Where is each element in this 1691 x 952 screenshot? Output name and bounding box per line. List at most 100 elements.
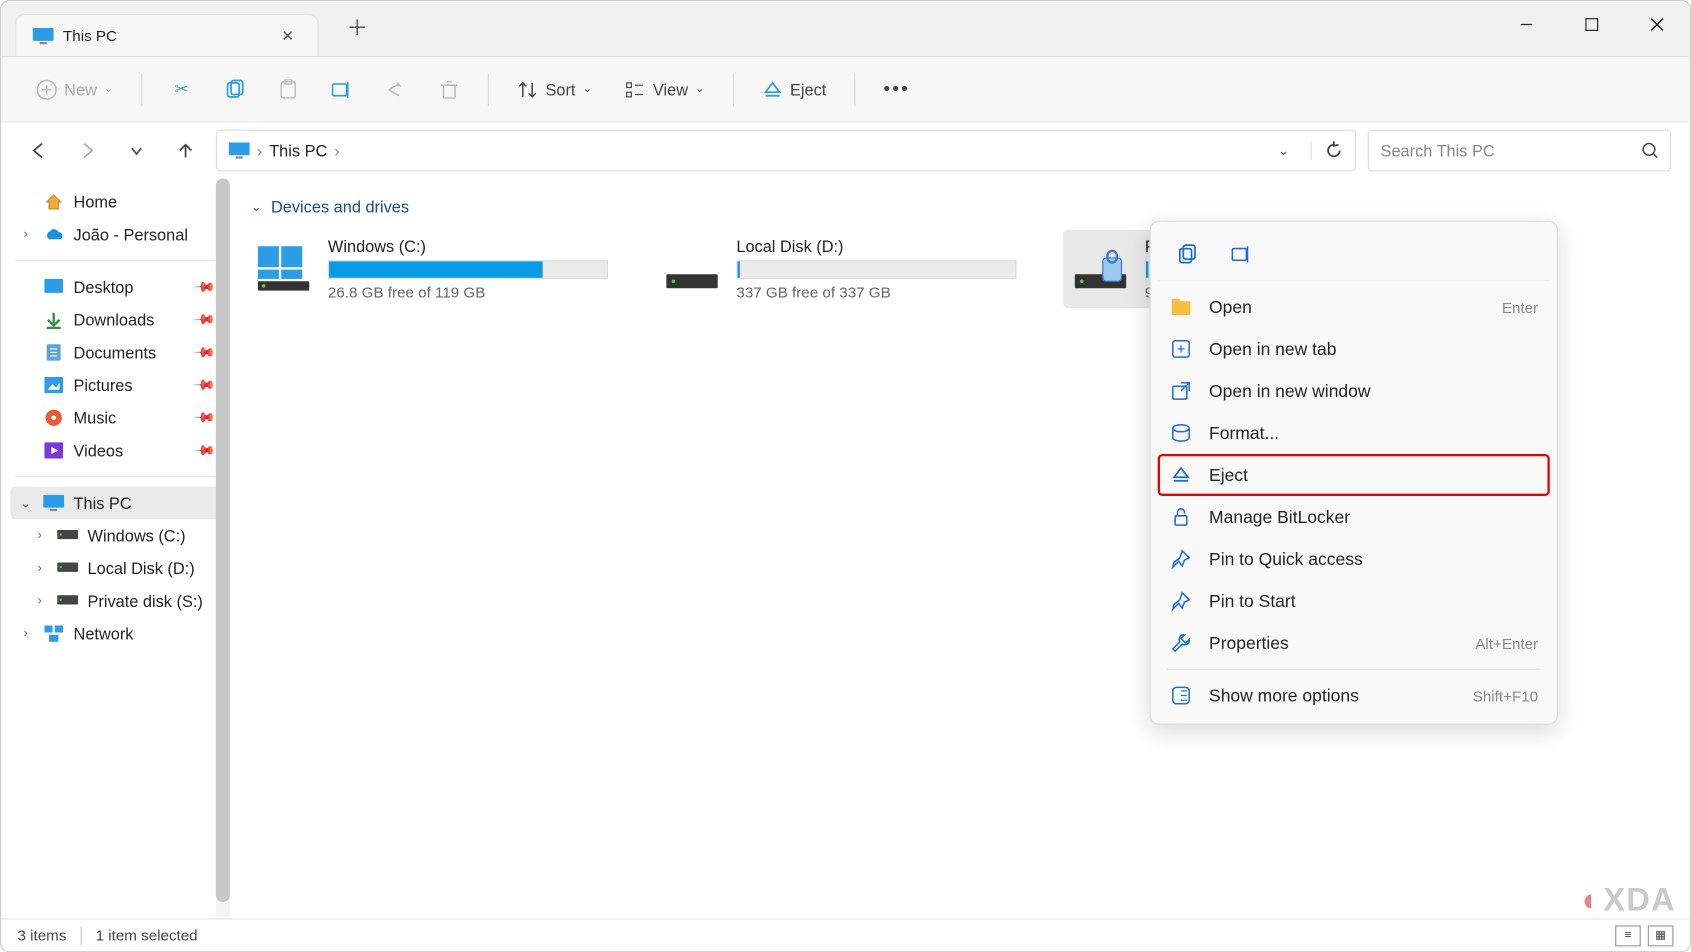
sidebar-item-downloads[interactable]: Downloads📌	[11, 303, 221, 336]
status-count: 3 items	[18, 927, 67, 945]
sidebar-drive[interactable]: ›Private disk (S:)	[11, 585, 221, 618]
paste-icon	[278, 79, 299, 100]
sidebar-item-documents[interactable]: Documents📌	[11, 336, 221, 369]
sidebar-drive[interactable]: ›Local Disk (D:)	[11, 552, 221, 585]
context-item-open-in-new-tab[interactable]: Open in new tab	[1158, 328, 1550, 370]
toolbar: New ⌄ ✂ Sort ⌄ View ⌄ Eject •••	[1, 57, 1690, 122]
search-placeholder: Search This PC	[1381, 141, 1495, 160]
monitor-icon	[43, 494, 64, 513]
chevron-down-icon[interactable]: ⌄	[1278, 142, 1297, 158]
back-button[interactable]	[20, 132, 57, 169]
context-item-properties[interactable]: PropertiesAlt+Enter	[1158, 622, 1550, 664]
navigation-row: › This PC › ⌄ Search This PC	[1, 123, 1690, 179]
context-item-open-in-new-window[interactable]: Open in new window	[1158, 370, 1550, 412]
pin-icon: 📌	[193, 406, 217, 430]
rename-button[interactable]	[1221, 236, 1263, 273]
drive-tile[interactable]: Local Disk (D:)337 GB free of 337 GB	[655, 230, 1028, 308]
drive-usage-bar	[328, 260, 608, 279]
newtab-icon	[1169, 337, 1192, 360]
search-input[interactable]: Search This PC	[1368, 130, 1671, 172]
more-options-icon	[1169, 684, 1192, 707]
window-controls	[1494, 1, 1690, 48]
eject-button[interactable]: Eject	[750, 72, 838, 107]
recent-button[interactable]	[118, 132, 155, 169]
view-icon	[625, 79, 646, 100]
close-tab-icon[interactable]: ✕	[274, 24, 301, 47]
view-button[interactable]: View ⌄	[613, 72, 716, 107]
context-item-pin-to-start[interactable]: Pin to Start	[1158, 580, 1550, 622]
copy-button[interactable]	[1167, 236, 1209, 273]
downloads-icon	[43, 310, 64, 329]
pictures-icon	[43, 376, 64, 395]
chevron-down-icon: ⌄	[251, 199, 262, 214]
chevron-right-icon: ›	[18, 627, 34, 641]
drive-icon	[253, 237, 314, 298]
rename-button[interactable]	[320, 72, 364, 107]
eject-icon	[762, 79, 783, 100]
cut-button[interactable]: ✂	[159, 72, 203, 107]
sidebar-item-videos[interactable]: Videos📌	[11, 434, 221, 467]
videos-icon	[43, 441, 64, 460]
drive-usage-bar	[736, 260, 1016, 279]
context-item-eject[interactable]: Eject	[1158, 454, 1550, 496]
pin-icon: 📌	[193, 439, 217, 463]
sidebar-item-home[interactable]: Home	[11, 186, 221, 219]
sidebar-drive[interactable]: ›Windows (C:)	[11, 519, 221, 552]
sidebar-item-pictures[interactable]: Pictures📌	[11, 369, 221, 402]
context-item-pin-to-quick-access[interactable]: Pin to Quick access	[1158, 538, 1550, 580]
drive-icon	[57, 559, 78, 578]
details-view-button[interactable]: ≡	[1615, 925, 1641, 946]
tab-this-pc[interactable]: This PC ✕	[15, 14, 318, 56]
sidebar-item-network[interactable]: › Network	[11, 617, 221, 650]
desktop-icon	[43, 278, 64, 297]
sidebar-item-this-pc[interactable]: ⌄ This PC	[11, 487, 221, 520]
monitor-icon	[33, 27, 52, 43]
chevron-right-icon: ›	[32, 594, 48, 608]
forward-button[interactable]	[69, 132, 106, 169]
status-selected: 1 item selected	[96, 927, 198, 945]
sort-icon	[517, 79, 538, 100]
trash-icon	[439, 79, 460, 100]
titlebar: This PC ✕ ＋	[1, 1, 1690, 57]
rename-icon	[332, 79, 353, 100]
up-button[interactable]	[167, 132, 204, 169]
copy-button[interactable]	[213, 72, 257, 107]
drive-name: Local Disk (D:)	[736, 237, 1021, 256]
maximize-button[interactable]	[1559, 1, 1624, 48]
breadcrumb-root[interactable]: This PC	[269, 141, 327, 160]
music-icon	[43, 408, 64, 427]
sidebar-item-desktop[interactable]: Desktop📌	[11, 271, 221, 304]
paste-button[interactable]	[267, 72, 311, 107]
close-window-button[interactable]	[1624, 1, 1689, 48]
refresh-button[interactable]	[1311, 141, 1344, 160]
context-item-show-more[interactable]: Show more options Shift+F10	[1158, 675, 1550, 717]
chevron-down-icon: ⌄	[582, 83, 592, 96]
more-button[interactable]: •••	[872, 72, 922, 107]
sort-button[interactable]: Sort ⌄	[506, 72, 604, 107]
tiles-view-button[interactable]: ▦	[1648, 925, 1674, 946]
new-button[interactable]: New ⌄	[25, 72, 126, 107]
address-bar[interactable]: › This PC › ⌄	[216, 130, 1356, 172]
copy-icon	[225, 79, 246, 100]
section-header[interactable]: ⌄ Devices and drives	[246, 193, 1673, 221]
wrench-icon	[1169, 631, 1192, 654]
pin-icon: 📌	[193, 340, 217, 364]
drive-icon	[1070, 237, 1131, 298]
new-tab-button[interactable]: ＋	[337, 7, 377, 47]
sidebar-item-personal[interactable]: › João - Personal	[11, 218, 221, 251]
chevron-down-icon: ⌄	[18, 495, 34, 510]
breadcrumb-sep: ›	[257, 141, 262, 160]
drive-free-text: 26.8 GB free of 119 GB	[328, 284, 613, 302]
minimize-button[interactable]	[1494, 1, 1559, 48]
delete-button[interactable]	[428, 72, 472, 107]
watermark: ◖XDA	[1578, 881, 1676, 918]
documents-icon	[43, 343, 64, 362]
context-item-format-[interactable]: Format...	[1158, 412, 1550, 454]
context-item-manage-bitlocker[interactable]: Manage BitLocker	[1158, 496, 1550, 538]
chevron-right-icon: ›	[18, 228, 34, 242]
drive-tile[interactable]: Windows (C:)26.8 GB free of 119 GB	[246, 230, 619, 308]
share-button[interactable]	[374, 72, 418, 107]
context-item-open[interactable]: OpenEnter	[1158, 286, 1550, 328]
sidebar-scrollbar[interactable]	[216, 179, 230, 919]
sidebar-item-music[interactable]: Music📌	[11, 401, 221, 434]
